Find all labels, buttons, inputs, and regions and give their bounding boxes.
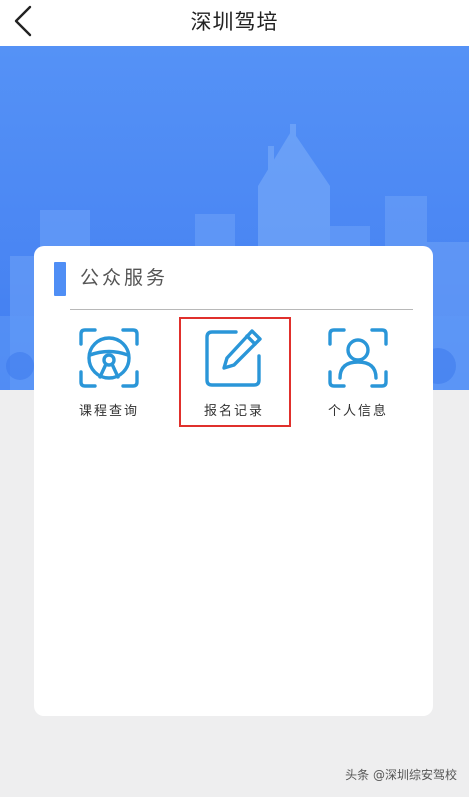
page-title: 深圳驾培: [190, 10, 279, 34]
registration-record-label: 报名记录: [203, 404, 264, 419]
section-title: 公众服务: [80, 267, 169, 289]
personal-info-button[interactable]: 个人信息: [298, 320, 418, 424]
divider: [70, 309, 413, 310]
edit-icon: [202, 326, 266, 390]
watermark: 头条 @深圳综安驾校: [345, 768, 457, 782]
card-header: 公众服务: [34, 246, 433, 310]
app-screen: 深圳驾培 公众服务 课程查询 报名记录 个人信息 头条 @深圳综安驾校: [0, 0, 469, 797]
public-service-card: 公众服务 课程查询 报名记录 个人信息: [34, 246, 433, 716]
registration-record-button[interactable]: 报名记录: [174, 320, 294, 424]
course-query-button[interactable]: 课程查询: [49, 320, 169, 424]
section-accent-bar: [54, 262, 66, 296]
course-query-label: 课程查询: [78, 404, 139, 419]
personal-info-label: 个人信息: [327, 404, 388, 419]
top-nav-bar: 深圳驾培: [0, 0, 469, 46]
steering-wheel-icon: [77, 326, 141, 390]
person-icon: [326, 326, 390, 390]
